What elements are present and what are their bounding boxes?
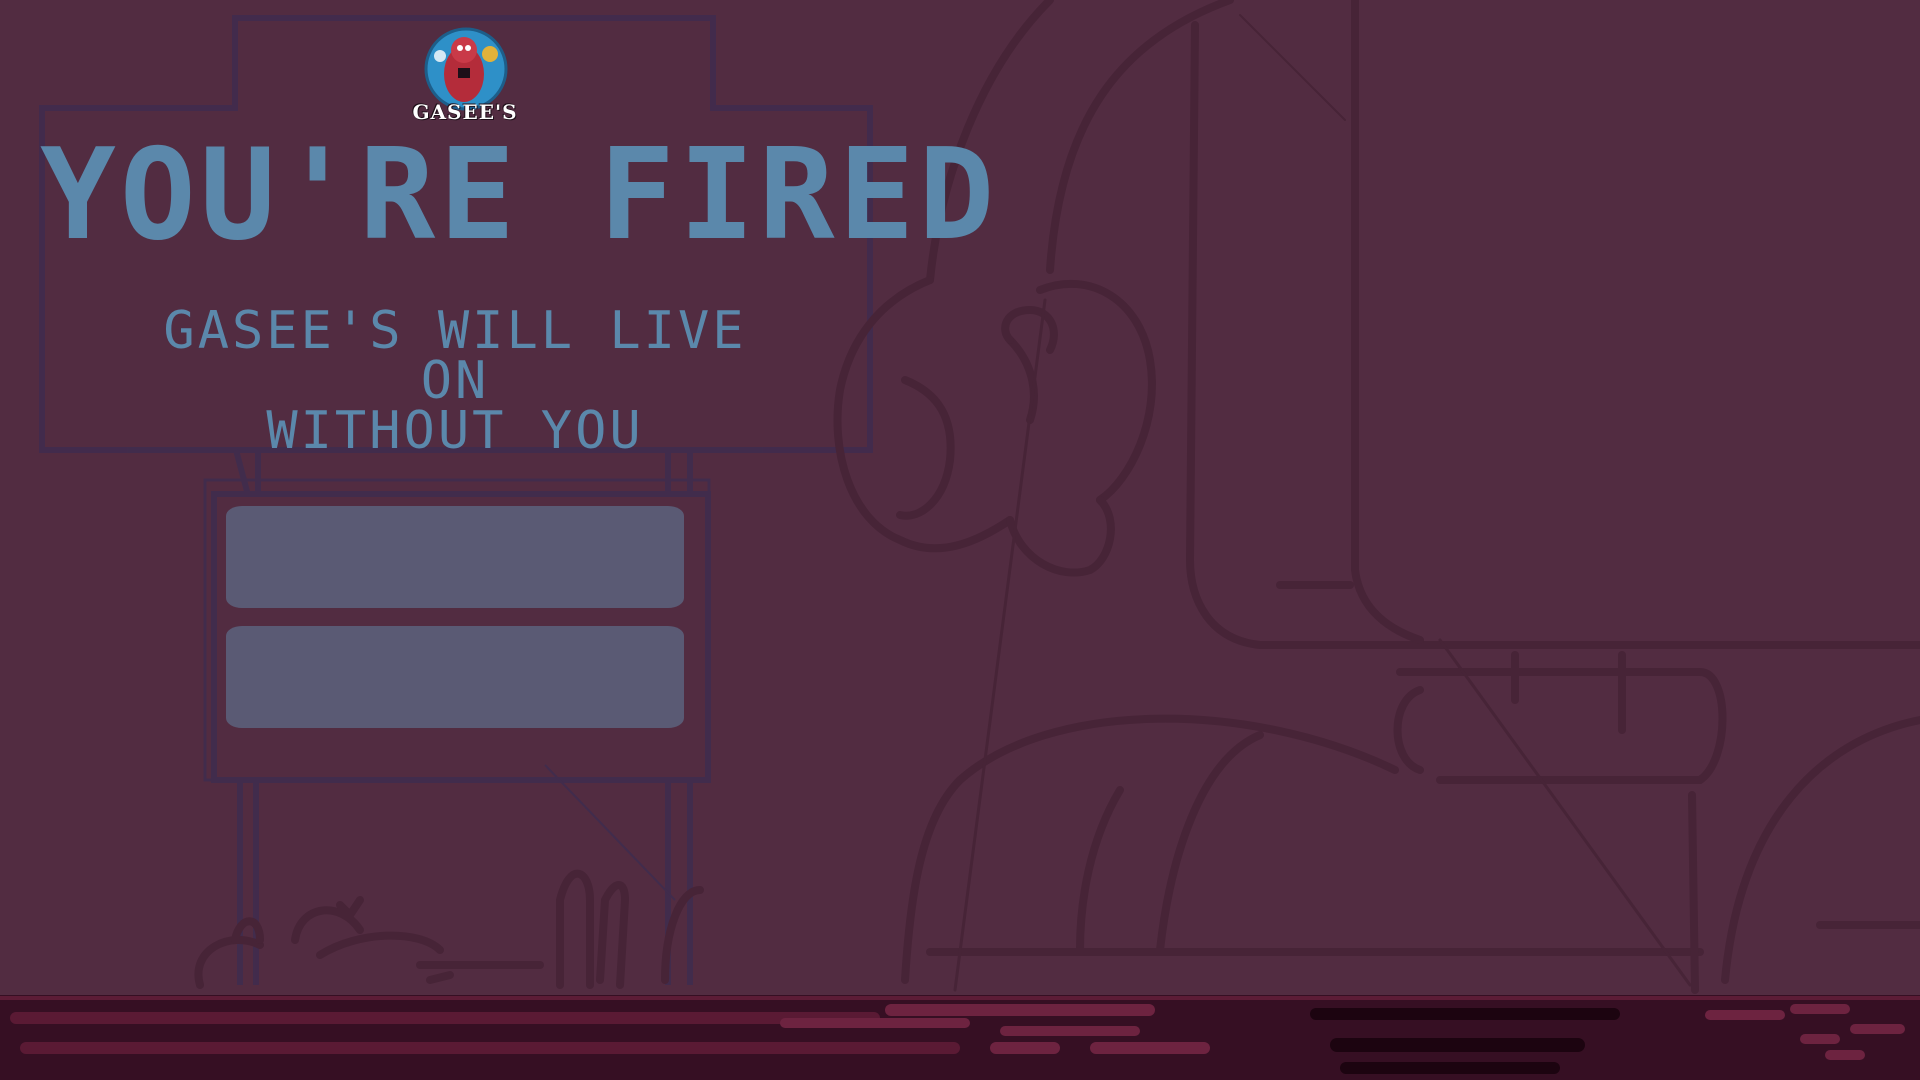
- gasee-logo: GASEE'S: [410, 24, 520, 124]
- subtitle-line-1: GASEE'S WILL LIVE ON: [163, 301, 747, 411]
- sketch-hand: [833, 0, 1234, 577]
- menu-button-1[interactable]: [226, 506, 684, 608]
- game-over-subtitle: GASEE'S WILL LIVE ON WITHOUT YOU: [120, 301, 790, 461]
- menu-button-2[interactable]: [226, 626, 684, 728]
- sketch-debris: [194, 869, 704, 989]
- subtitle-line-2: WITHOUT YOU: [266, 401, 644, 461]
- sketch-chair: [901, 0, 1920, 994]
- game-over-title: YOU'RE FIRED: [40, 121, 999, 268]
- floor: [0, 995, 1920, 1080]
